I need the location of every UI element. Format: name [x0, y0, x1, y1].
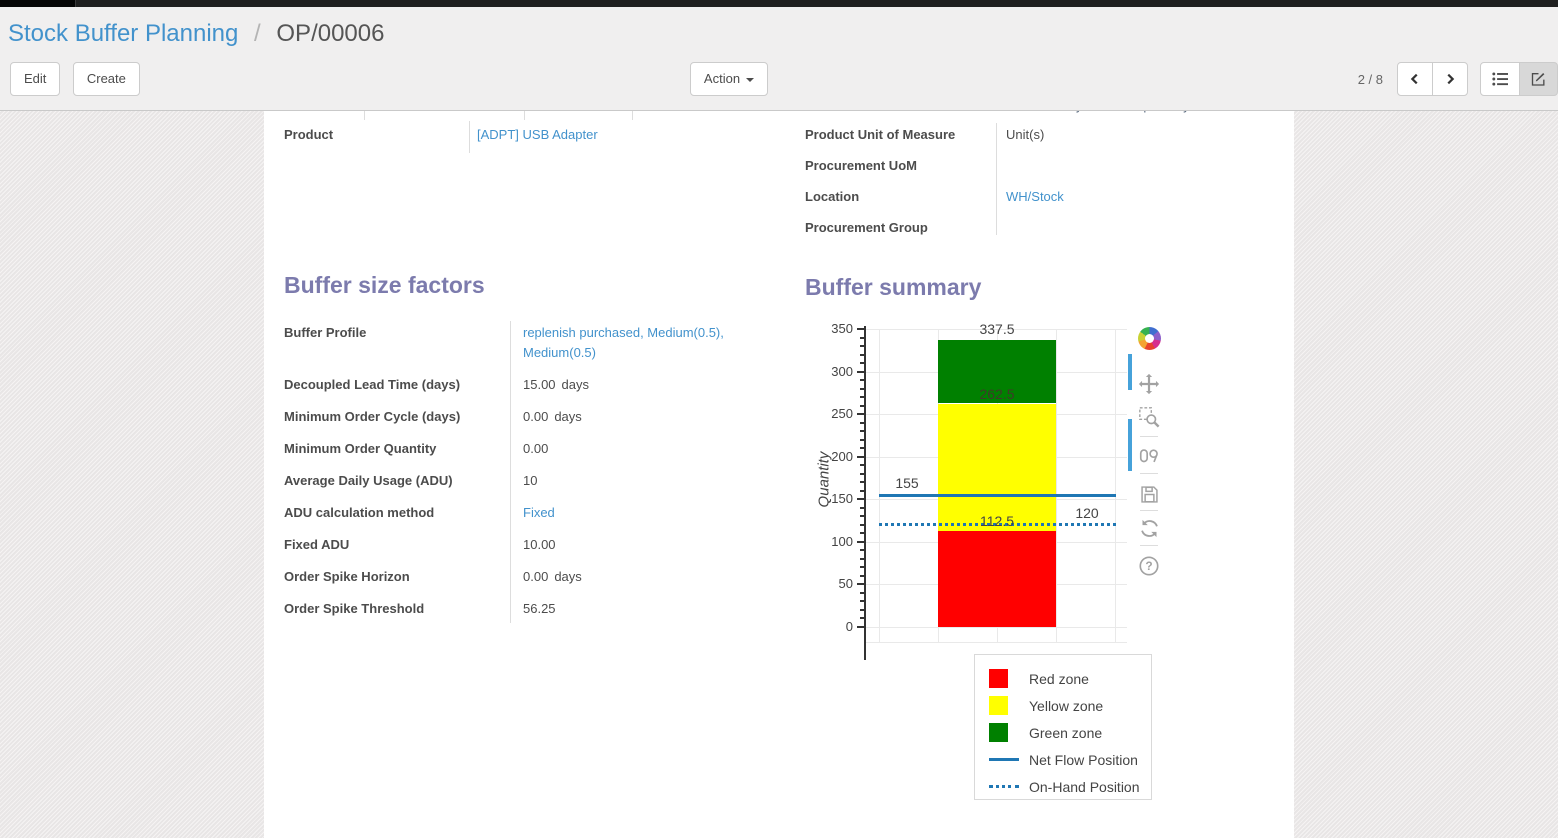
- breadcrumb-current: OP/00006: [276, 20, 384, 47]
- help-icon: ?: [1138, 555, 1160, 577]
- y-tick-label: 0: [813, 619, 853, 635]
- legend-item-green-zone[interactable]: Green zone: [989, 719, 1151, 746]
- legend-swatch: [989, 696, 1019, 715]
- plotly-logo-button[interactable]: [1136, 325, 1162, 351]
- control-panel: Stock Buffer Planning / OP/00006 Edit Cr…: [0, 7, 1558, 111]
- list-view-icon: [1491, 71, 1509, 87]
- legend-swatch: [989, 723, 1019, 742]
- control-panel-buttons: Edit Create Action 2 / 8: [0, 57, 1558, 101]
- chart-gridline: [866, 627, 1127, 628]
- reset-axes-button[interactable]: [1136, 515, 1162, 541]
- zone-red-zone[interactable]: [938, 531, 1056, 627]
- active-mode-indicator: [1128, 354, 1132, 390]
- save-floppy-icon: [1139, 484, 1160, 505]
- net-flow-position-swatch: [989, 758, 1019, 761]
- zoom-box-icon: [1138, 406, 1160, 428]
- save-button[interactable]: [1136, 481, 1162, 507]
- create-button[interactable]: Create: [73, 62, 140, 96]
- legend-item-yellow-zone[interactable]: Yellow zone: [989, 692, 1151, 719]
- legend-swatch: [989, 669, 1019, 688]
- chart-gridline: [1115, 329, 1116, 642]
- caret-down-icon: [746, 78, 754, 82]
- modebar-separator: [1140, 473, 1158, 474]
- green-zone-swatch: [989, 723, 1008, 742]
- zoom-button[interactable]: [1136, 404, 1162, 430]
- chart-annotation: 112.5: [967, 513, 1027, 530]
- record-buttons: Edit Create: [10, 62, 140, 96]
- edit-button[interactable]: Edit: [10, 62, 60, 96]
- breadcrumb-separator: /: [254, 20, 261, 47]
- action-dropdown-button[interactable]: Action: [690, 62, 768, 96]
- y-tick-label: 50: [813, 576, 853, 592]
- content-area: My Company Product[ADPT] USB Adapter Pro…: [0, 111, 1558, 838]
- form-sheet: My Company Product[ADPT] USB Adapter Pro…: [264, 111, 1294, 838]
- net-flow-position-line[interactable]: [879, 494, 1116, 497]
- compare-hover-icon: [1138, 445, 1160, 467]
- legend-item-net-flow-position[interactable]: Net Flow Position: [989, 746, 1151, 773]
- list-view-button[interactable]: [1480, 62, 1520, 96]
- svg-text:?: ?: [1145, 559, 1152, 573]
- breadcrumb: Stock Buffer Planning / OP/00006: [0, 7, 1558, 57]
- legend-label: Green zone: [1029, 725, 1102, 741]
- legend-swatch: [989, 785, 1019, 788]
- legend-swatch: [989, 758, 1019, 761]
- help-button[interactable]: ?: [1136, 553, 1162, 579]
- chart-gridline: [1056, 329, 1057, 642]
- view-switcher-group: [1480, 62, 1558, 96]
- pan-icon: [1138, 373, 1160, 395]
- pager-nav-group: [1397, 62, 1468, 96]
- chart-legend: Red zone Yellow zone Green zone Net Flow Po…: [974, 654, 1152, 800]
- pager-and-views: 2 / 8: [1358, 62, 1558, 96]
- red-zone-swatch: [989, 669, 1008, 688]
- chart-gridline: [879, 329, 880, 642]
- action-area: Action: [690, 62, 768, 96]
- reset-refresh-icon: [1139, 518, 1160, 539]
- y-tick-label: 250: [813, 406, 853, 422]
- legend-item-red-zone[interactable]: Red zone: [989, 665, 1151, 692]
- modebar-separator: [1140, 510, 1158, 511]
- legend-label: Net Flow Position: [1029, 752, 1138, 768]
- legend-item-on-hand-position[interactable]: On-Hand Position: [989, 773, 1151, 800]
- breadcrumb-parent-link[interactable]: Stock Buffer Planning: [8, 20, 238, 47]
- plotly-logo-icon: [1138, 327, 1161, 350]
- active-mode-indicator: [1128, 419, 1132, 471]
- chart-gridline: [866, 642, 1127, 643]
- app-menu-stub[interactable]: [0, 0, 76, 7]
- chevron-right-icon: [1443, 71, 1457, 87]
- y-axis-title: Quantity: [816, 435, 833, 525]
- chart-annotation: 120: [1069, 505, 1105, 522]
- legend-label: Red zone: [1029, 671, 1089, 687]
- chart-annotation: 262.5: [967, 386, 1027, 403]
- y-axis-line: [864, 326, 866, 660]
- action-label: Action: [704, 71, 740, 86]
- chart-annotation: 337.5: [967, 321, 1027, 338]
- form-view-icon: [1530, 71, 1547, 87]
- on-hand-position-swatch: [989, 785, 1019, 788]
- yellow-zone-swatch: [989, 696, 1008, 715]
- modebar-separator: [1140, 436, 1158, 437]
- modebar-separator: [1140, 545, 1158, 546]
- y-tick-label: 350: [813, 321, 853, 337]
- top-navbar: [0, 0, 1558, 7]
- pager-next-button[interactable]: [1432, 62, 1468, 96]
- zone-yellow-zone[interactable]: [938, 404, 1056, 532]
- legend-label: On-Hand Position: [1029, 779, 1140, 795]
- legend-label: Yellow zone: [1029, 698, 1103, 714]
- pager-counter: 2 / 8: [1358, 72, 1383, 87]
- compare-hover-button[interactable]: [1136, 443, 1162, 469]
- form-view-button[interactable]: [1519, 62, 1558, 96]
- pager-previous-button[interactable]: [1397, 62, 1433, 96]
- y-tick-label: 100: [813, 534, 853, 550]
- pan-button[interactable]: [1136, 371, 1162, 397]
- y-tick-label: 300: [813, 364, 853, 380]
- chevron-left-icon: [1408, 71, 1422, 87]
- chart-annotation: 155: [889, 475, 925, 492]
